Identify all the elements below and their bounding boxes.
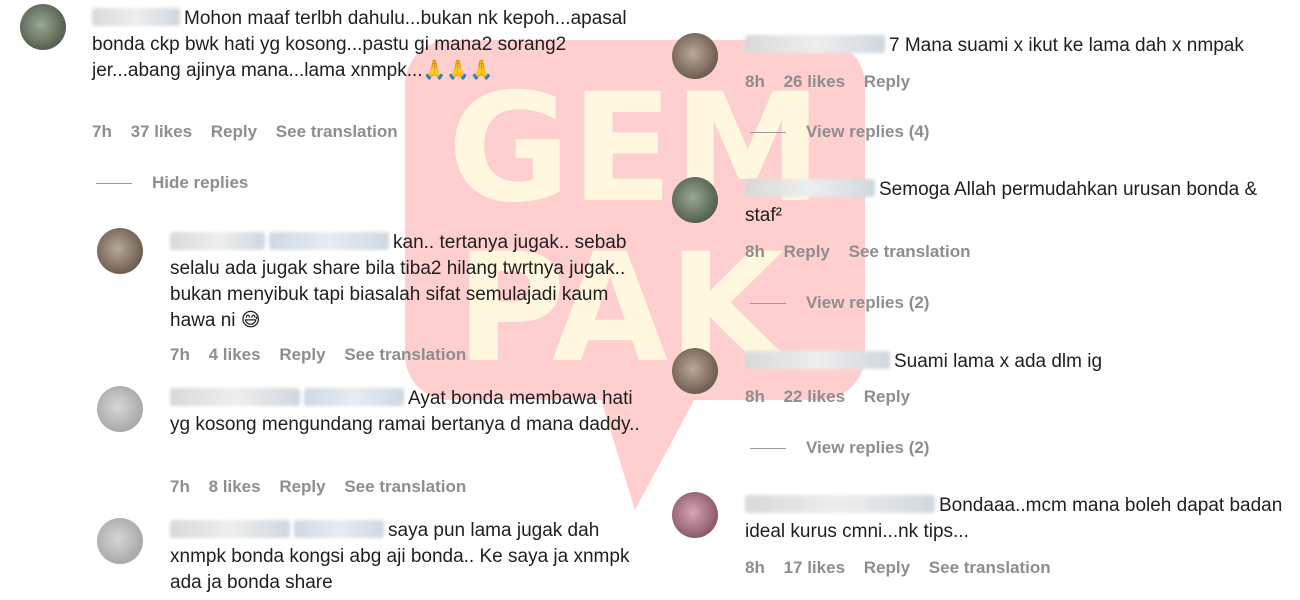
blurred-username[interactable]: [170, 232, 265, 250]
comment-meta: 7h 4 likes Reply See translation: [170, 345, 480, 365]
user-avatar[interactable]: [672, 492, 718, 538]
comment-time: 7h: [170, 345, 190, 364]
left-comments-column: Mohon maaf terlbh dahulu...bukan nk kepo…: [0, 0, 660, 600]
comment-text: Semoga Allah permudahkan urusan bonda & …: [745, 179, 1258, 226]
see-translation-button[interactable]: See translation: [276, 122, 398, 141]
likes-count[interactable]: 17 likes: [784, 558, 845, 577]
divider-line: [96, 183, 132, 185]
view-replies-toggle[interactable]: View replies (4): [750, 122, 929, 142]
comment-meta: 7h 37 likes Reply See translation: [92, 122, 412, 142]
comment-text: Mohon maaf terlbh dahulu...bukan nk kepo…: [92, 8, 627, 81]
see-translation-button[interactable]: See translation: [344, 477, 466, 496]
reply-button[interactable]: Reply: [279, 477, 325, 496]
user-avatar[interactable]: [672, 177, 718, 223]
hide-replies-toggle[interactable]: Hide replies: [96, 173, 248, 193]
reply-button[interactable]: Reply: [784, 242, 830, 261]
blurred-username[interactable]: [745, 495, 935, 513]
blurred-username[interactable]: [170, 520, 290, 538]
right-comments-column: 7 Mana suami x ikut ke lama dah x nmpak …: [660, 0, 1300, 600]
reply-button[interactable]: Reply: [279, 345, 325, 364]
view-replies-toggle[interactable]: View replies (2): [750, 293, 929, 313]
reply-button[interactable]: Reply: [211, 122, 257, 141]
likes-count[interactable]: 22 likes: [784, 387, 845, 406]
divider-line: [750, 132, 786, 134]
likes-count[interactable]: 8 likes: [209, 477, 261, 496]
likes-count[interactable]: 4 likes: [209, 345, 261, 364]
user-avatar[interactable]: [97, 228, 143, 274]
comment-text: kan.. tertanya jugak.. sebab selalu ada …: [170, 232, 627, 331]
comment-meta: 8h 17 likes Reply See translation: [745, 558, 1065, 578]
comment-text: Bondaaa..mcm mana boleh dapat badan idea…: [745, 495, 1283, 542]
divider-line: [750, 303, 786, 305]
see-translation-button[interactable]: See translation: [849, 242, 971, 261]
blurred-username[interactable]: [745, 351, 890, 369]
blurred-username[interactable]: [92, 8, 180, 26]
comment-meta: 8h 22 likes Reply: [745, 387, 924, 407]
comment-meta: 7h 8 likes Reply See translation: [170, 477, 480, 497]
divider-line: [750, 448, 786, 450]
likes-count[interactable]: 26 likes: [784, 72, 845, 91]
comment-text: Suami lama x ada dlm ig: [745, 349, 1285, 375]
comment-text: 7 Mana suami x ikut ke lama dah x nmpak: [745, 33, 1285, 59]
comment-time: 8h: [745, 558, 765, 577]
blurred-username[interactable]: [745, 179, 875, 197]
reply-button[interactable]: Reply: [864, 387, 910, 406]
reply-button[interactable]: Reply: [864, 72, 910, 91]
user-avatar[interactable]: [672, 33, 718, 79]
user-avatar[interactable]: [97, 386, 143, 432]
comment-time: 8h: [745, 72, 765, 91]
comment-time: 8h: [745, 387, 765, 406]
view-replies-toggle[interactable]: View replies (2): [750, 438, 929, 458]
comment-meta: 8h 26 likes Reply: [745, 72, 924, 92]
comment-text: saya pun lama jugak dah xnmpk bonda kong…: [170, 520, 630, 593]
user-avatar[interactable]: [20, 4, 66, 50]
comment-text: Ayat bonda membawa hati yg kosong mengun…: [170, 388, 640, 435]
likes-count[interactable]: 37 likes: [131, 122, 192, 141]
see-translation-button[interactable]: See translation: [929, 558, 1051, 577]
comment-time: 7h: [92, 122, 112, 141]
blurred-username[interactable]: [745, 35, 885, 53]
reply-button[interactable]: Reply: [864, 558, 910, 577]
comment-meta: 8h Reply See translation: [745, 242, 984, 262]
comment-time: 8h: [745, 242, 765, 261]
user-avatar[interactable]: [672, 348, 718, 394]
user-avatar[interactable]: [97, 518, 143, 564]
blurred-username[interactable]: [170, 388, 300, 406]
see-translation-button[interactable]: See translation: [344, 345, 466, 364]
comment-time: 7h: [170, 477, 190, 496]
